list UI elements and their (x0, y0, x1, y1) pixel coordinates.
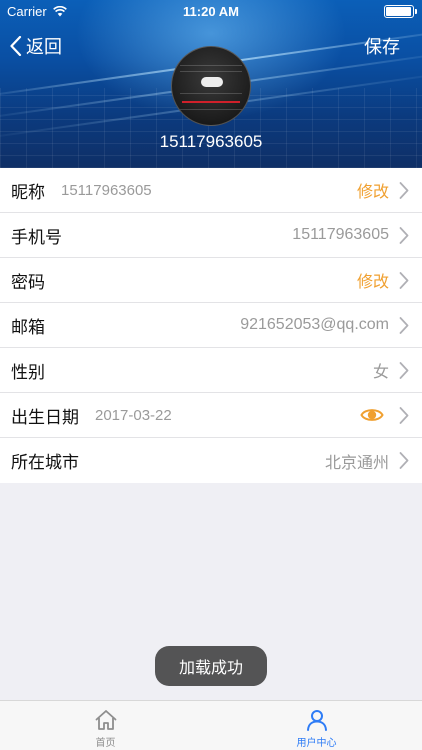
battery-icon (384, 5, 417, 18)
row-label: 出生日期 (11, 407, 79, 427)
chevron-right-icon (399, 227, 409, 244)
row-nickname[interactable]: 昵称 15117963605 修改 (0, 168, 422, 213)
eye-icon[interactable] (360, 405, 384, 425)
row-label: 手机号 (11, 227, 62, 247)
tab-home[interactable]: 首页 (0, 701, 211, 750)
user-icon (306, 710, 327, 731)
row-phone[interactable]: 手机号 15117963605 (0, 213, 422, 258)
profile-phone: 15117963605 (159, 132, 263, 151)
avatar-detail (180, 71, 242, 72)
chevron-right-icon (399, 272, 409, 289)
row-sub-value: 2017-03-22 (95, 406, 172, 424)
chevron-right-icon (399, 317, 409, 334)
battery-fill (386, 7, 411, 16)
status-bar: Carrier 11:20 AM (0, 0, 422, 22)
back-label: 返回 (26, 37, 62, 57)
avatar-detail (180, 65, 242, 66)
chevron-right-icon (399, 407, 409, 424)
row-value: 女 (372, 364, 389, 381)
profile-header: Carrier 11:20 AM 返回 保存 15117963605 (0, 0, 422, 168)
chevron-right-icon (399, 452, 409, 469)
row-email[interactable]: 邮箱 921652053@qq.com (0, 303, 422, 348)
row-label: 所在城市 (11, 453, 79, 472)
row-value: 921652053@qq.com (240, 316, 389, 333)
avatar[interactable] (171, 46, 251, 126)
row-label: 密码 (11, 272, 45, 292)
avatar-detail (182, 101, 240, 103)
avatar-detail (180, 93, 242, 94)
row-password[interactable]: 密码 修改 (0, 258, 422, 303)
tab-bar: 首页 用户中心 (0, 700, 422, 750)
chevron-left-icon (10, 36, 22, 56)
avatar-detail (201, 77, 223, 87)
clock: 11:20 AM (183, 4, 239, 19)
row-label: 昵称 (11, 182, 45, 202)
back-button[interactable]: 返回 (10, 33, 62, 59)
profile-info-list: 昵称 15117963605 修改 手机号 15117963605 密码 修改 … (0, 168, 422, 483)
home-icon (95, 710, 116, 730)
avatar-detail (180, 109, 242, 110)
row-city[interactable]: 所在城市 北京通州 (0, 438, 422, 483)
row-sub-value: 15117963605 (61, 181, 152, 199)
edit-link[interactable]: 修改 (357, 178, 389, 202)
row-birthday[interactable]: 出生日期 2017-03-22 (0, 393, 422, 438)
row-label: 邮箱 (11, 317, 45, 337)
tab-user-center[interactable]: 用户中心 (211, 701, 422, 750)
chevron-right-icon (399, 362, 409, 379)
tab-label: 用户中心 (296, 738, 337, 749)
row-value: 北京通州 (324, 454, 389, 472)
toast-message: 加载成功 (155, 646, 267, 686)
row-value: 15117963605 (292, 226, 389, 243)
row-label: 性别 (11, 362, 45, 382)
tab-label: 首页 (95, 738, 116, 749)
row-gender[interactable]: 性别 女 (0, 348, 422, 393)
chevron-right-icon (399, 182, 409, 199)
edit-link[interactable]: 修改 (357, 268, 389, 292)
save-button[interactable]: 保存 (364, 33, 400, 59)
